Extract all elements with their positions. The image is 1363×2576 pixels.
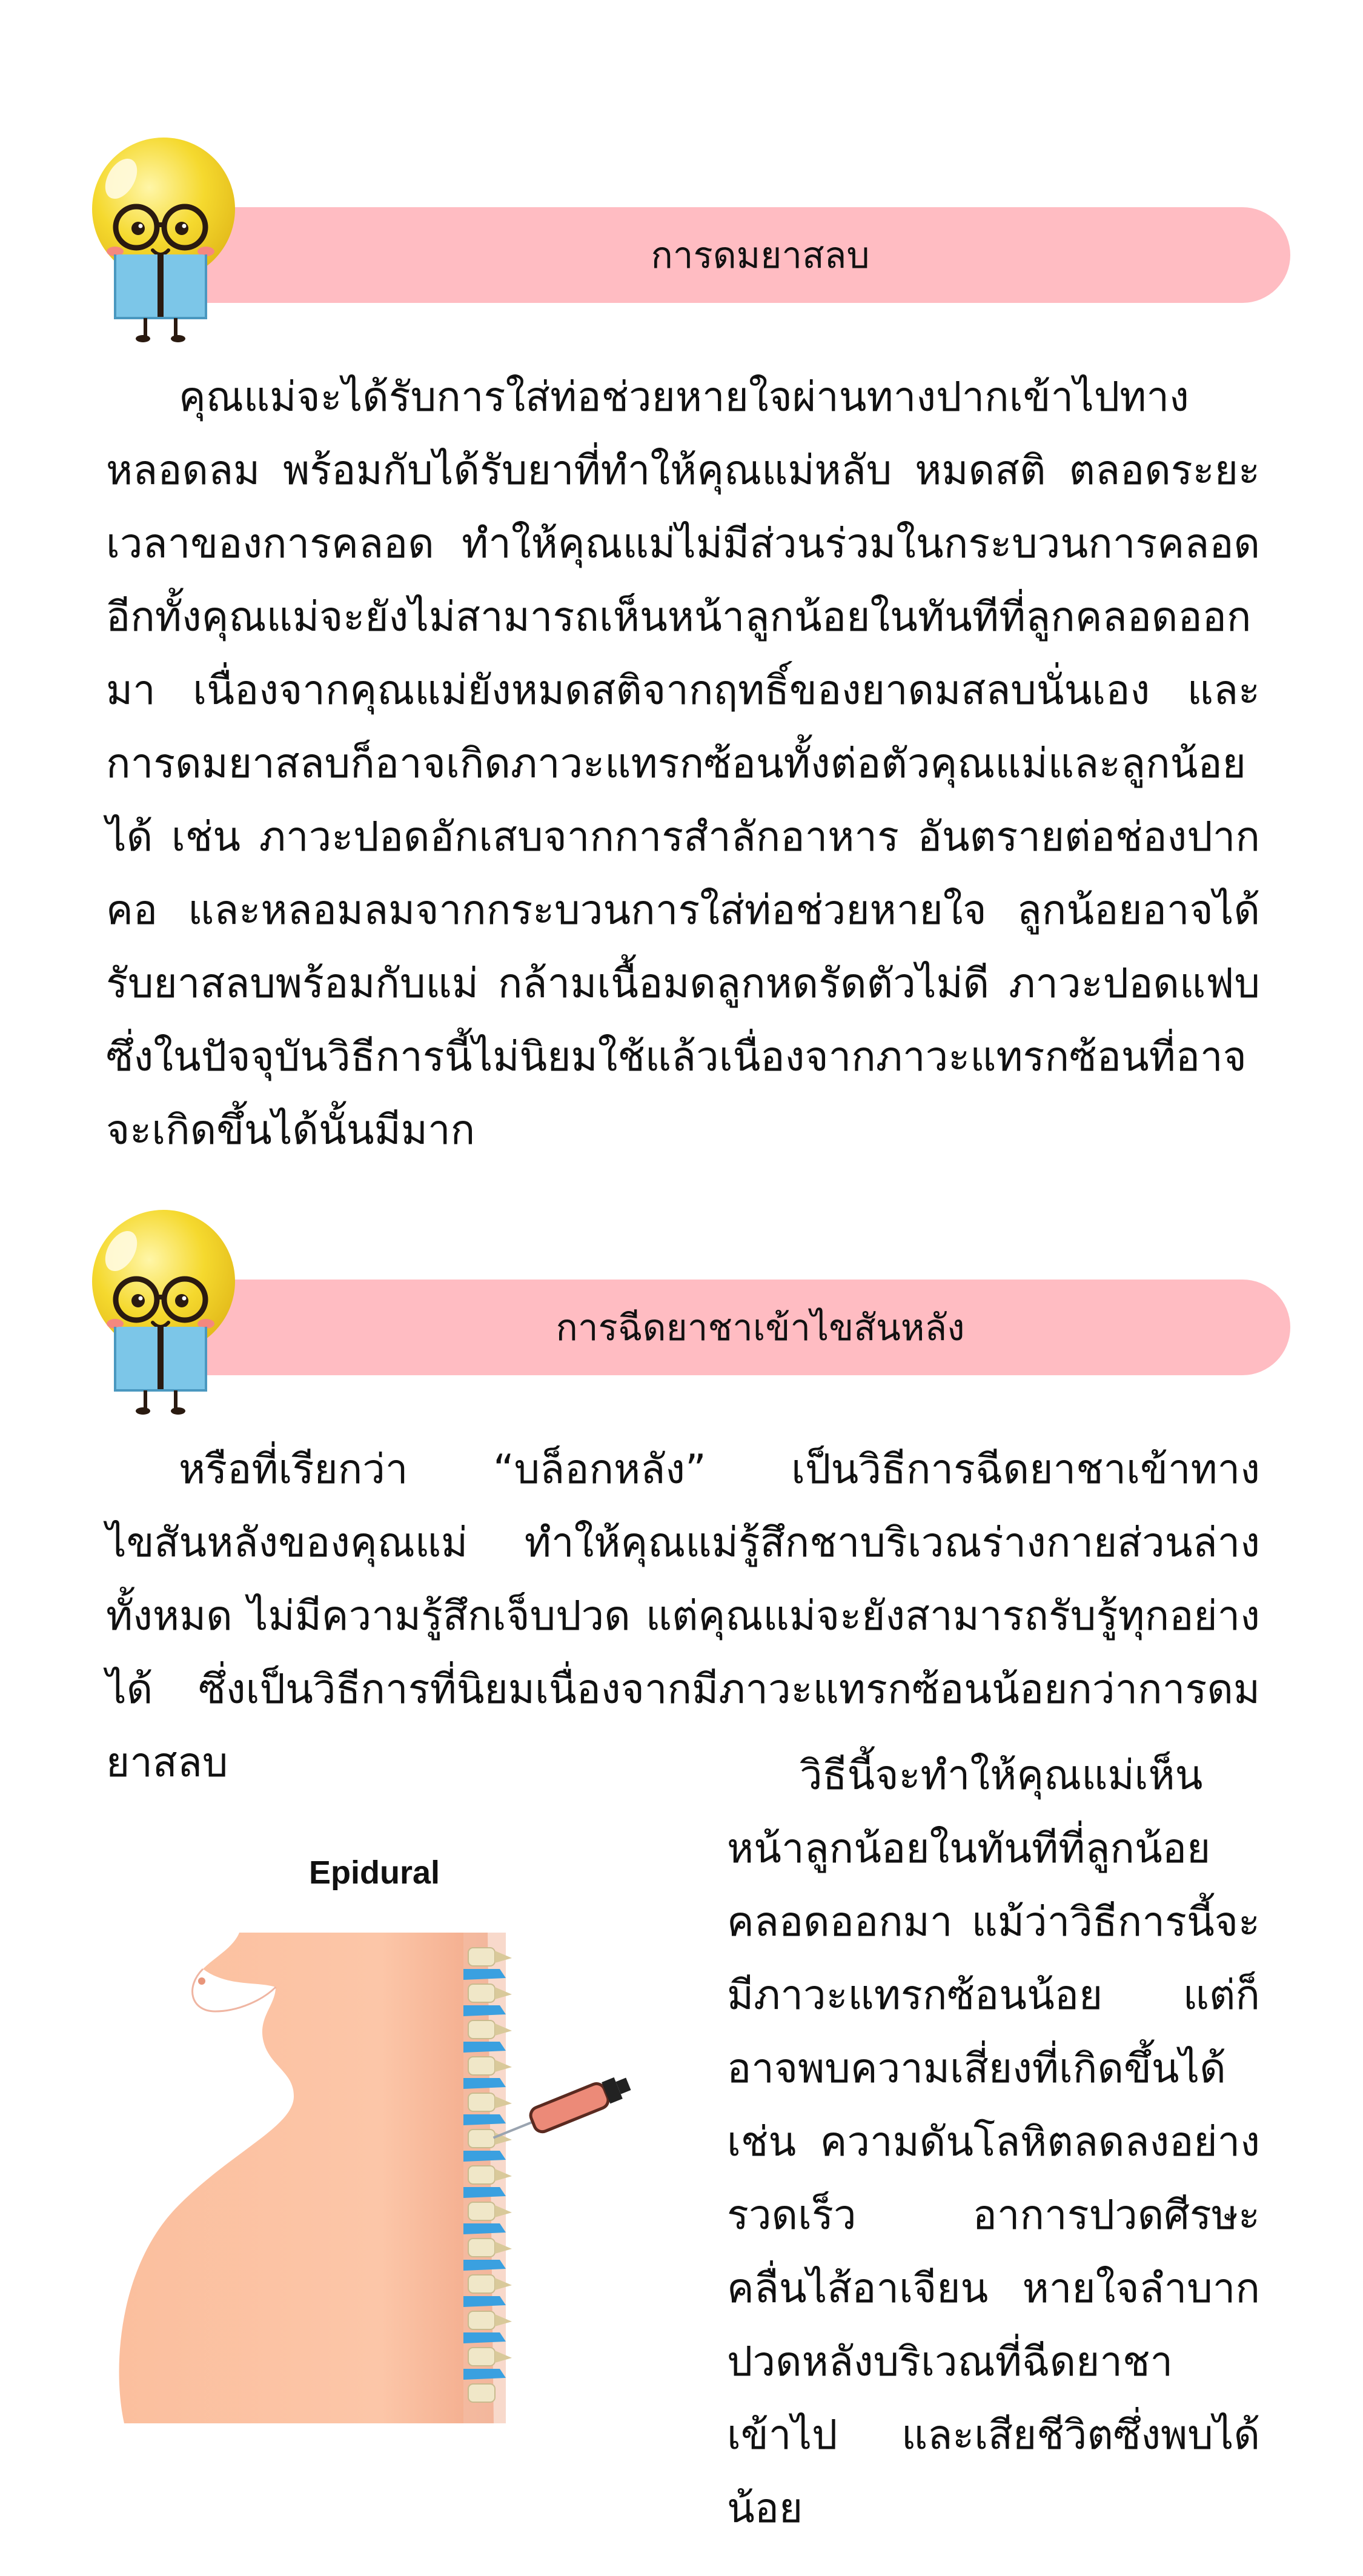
- lightbulb-mascot-icon: [92, 1210, 235, 1415]
- title-pill: การฉีดยาชาเข้าไขสันหลัง: [158, 1280, 1290, 1375]
- syringe-icon: [492, 2077, 631, 2139]
- epidural-illustration: Epidural: [112, 1842, 657, 2423]
- section-header-general-anesthesia: การดมยาสลบ: [85, 138, 1290, 342]
- section-title: การดมยาสลบ: [651, 234, 870, 277]
- title-pill: การดมยาสลบ: [158, 207, 1290, 303]
- epidural-body-diagram: [119, 1933, 631, 2423]
- section-title: การฉีดยาชาเข้าไขสันหลัง: [555, 1306, 965, 1349]
- lightbulb-mascot-icon: [92, 138, 235, 342]
- section-body-spinal-block-continued: วิธีนี้จะทำให้คุณแม่เห็นหน้าลูกน้อยในทัน…: [727, 1751, 1260, 2532]
- section-header-spinal-block: การฉีดยาชาเข้าไขสันหลัง: [85, 1210, 1290, 1415]
- section-body-general-anesthesia: คุณแม่จะได้รับการใส่ท่อช่วยหายใจผ่านทางป…: [106, 373, 1260, 1154]
